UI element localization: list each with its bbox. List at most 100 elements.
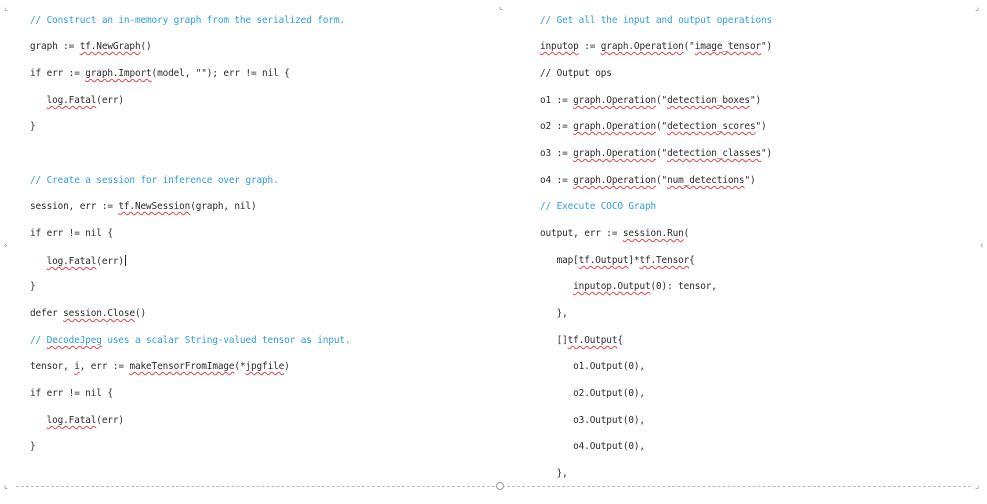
spellcheck-token: DecodeJpeg (46, 335, 102, 346)
spellcheck-token: makeTensorFromImage (129, 361, 235, 372)
spellcheck-token: session.Run (622, 228, 684, 239)
left-code-line-2[interactable]: graph := tf.NewGraph() (30, 41, 152, 53)
margin-marker-left: › (4, 241, 8, 251)
left-code-line-16[interactable]: } (30, 441, 36, 453)
code-token: ") (761, 41, 773, 52)
spellcheck-token: detection_boxes (667, 95, 750, 106)
code-token: ]* (628, 255, 640, 266)
margin-marker-right: ‹ (980, 241, 984, 251)
page-boundary (16, 486, 971, 487)
right-code-line-4[interactable]: o1 := graph.Operation("detection_boxes") (540, 95, 761, 107)
corner-mark-top-right: ⌟ (975, 3, 980, 13)
code-token: (" (656, 148, 668, 159)
code-token: ") (761, 148, 773, 159)
spellcheck-token: num_detections (667, 175, 745, 186)
code-token: tensor, (30, 361, 75, 372)
code-token: , err := (79, 361, 130, 372)
spellcheck-token: jpgfile (245, 361, 285, 372)
right-code-line-11[interactable]: inputop.Output(0): tensor, (540, 281, 717, 293)
left-code-line-10[interactable]: } (30, 281, 36, 293)
code-token: // Create a session for inference over g… (30, 175, 279, 186)
left-code-line-11[interactable]: defer session.Close() (30, 308, 146, 320)
left-code-line-5[interactable]: } (30, 121, 36, 133)
code-token: (* (234, 361, 246, 372)
left-code-line-4[interactable]: log.Fatal(err) (30, 95, 124, 107)
left-code-line-9[interactable]: log.Fatal(err) (30, 255, 126, 268)
code-token: (model, ""); err != nil { (151, 68, 290, 79)
code-token: (err) (96, 256, 124, 267)
spellcheck-token: graph.Operation (600, 41, 684, 52)
code-token: o1 := (540, 95, 574, 106)
code-token: o2.Output(0), (540, 388, 645, 399)
right-code-line-1[interactable]: // Get all the input and output operatio… (540, 15, 772, 27)
code-column-right[interactable]: // Get all the input and output operatio… (510, 0, 987, 486)
right-code-line-16[interactable]: o3.Output(0), (540, 415, 645, 427)
code-token: o1.Output(0), (540, 361, 645, 372)
code-token: }, (540, 308, 568, 319)
right-code-line-9[interactable]: output, err := session.Run( (540, 228, 689, 240)
right-code-line-12[interactable]: }, (540, 308, 568, 320)
code-token: o3.Output(0), (540, 415, 645, 426)
code-token: graph := (30, 41, 80, 52)
right-code-line-14[interactable]: o1.Output(0), (540, 361, 645, 373)
right-code-line-15[interactable]: o2.Output(0), (540, 388, 645, 400)
right-code-line-13[interactable]: []tf.Output{ (540, 335, 623, 347)
spellcheck-token: tf.Output (578, 255, 629, 266)
spellcheck-token: graph.Operation (573, 175, 657, 186)
code-column-left[interactable]: // Construct an in-memory graph from the… (0, 0, 490, 486)
code-token: { (689, 255, 695, 266)
left-code-line-7[interactable]: session, err := tf.NewSession(graph, nil… (30, 201, 257, 213)
left-code-line-12[interactable]: // DecodeJpeg uses a scalar String-value… (30, 335, 351, 347)
left-code-line-8[interactable]: if err != nil { (30, 228, 113, 240)
column-divider-mark-top: ⌞ (499, 2, 504, 12)
spellcheck-token: graph.Operation (573, 95, 657, 106)
code-token: (err) (96, 415, 124, 426)
code-token: }, (540, 468, 568, 479)
left-code-line-13[interactable]: tensor, i, err := makeTensorFromImage(*j… (30, 361, 290, 373)
right-code-line-6[interactable]: o3 := graph.Operation("detection_classes… (540, 148, 772, 160)
right-code-line-8[interactable]: // Execute COCO Graph (540, 201, 656, 213)
left-code-line-15[interactable]: log.Fatal(err) (30, 415, 124, 427)
code-token: (err) (96, 95, 124, 106)
code-token: (" (656, 121, 668, 132)
code-token: (graph, nil) (190, 201, 257, 212)
corner-mark-top-left: ⌞ (4, 3, 9, 13)
right-code-line-5[interactable]: o2 := graph.Operation("detection_scores"… (540, 121, 767, 133)
spellcheck-token: log.Fatal (46, 415, 97, 426)
resize-handle-bottom[interactable] (496, 482, 504, 490)
text-cursor (124, 255, 126, 266)
code-token: (" (683, 41, 695, 52)
left-code-line-6[interactable]: // Create a session for inference over g… (30, 175, 279, 187)
spellcheck-token: detection_scores (667, 121, 756, 132)
code-token: } (30, 121, 36, 132)
code-token: o4.Output(0), (540, 441, 645, 452)
right-code-line-7[interactable]: o4 := graph.Operation("num_detections") (540, 175, 756, 187)
left-code-line-3[interactable]: if err := graph.Import(model, ""); err !… (30, 68, 290, 80)
right-code-line-3[interactable]: // Output ops (540, 68, 612, 80)
spellcheck-token: log.Fatal (46, 256, 97, 267)
left-code-line-1[interactable]: // Construct an in-memory graph from the… (30, 15, 345, 27)
code-token: [] (540, 335, 568, 346)
right-code-line-10[interactable]: map[tf.Output]*tf.Tensor{ (540, 255, 695, 267)
right-code-line-18[interactable]: }, (540, 468, 568, 480)
spellcheck-token: graph.Import (85, 68, 152, 79)
left-code-line-14[interactable]: if err != nil { (30, 388, 113, 400)
code-token: ") (744, 175, 756, 186)
code-token: // (30, 335, 47, 346)
code-token: (0): tensor, (650, 281, 717, 292)
code-token: } (30, 281, 36, 292)
code-token: ) (284, 361, 290, 372)
spellcheck-token: inputop.Output (573, 281, 651, 292)
spellcheck-token: tf.Tensor (639, 255, 690, 266)
code-token: o3 := (540, 148, 574, 159)
code-token: // Output ops (540, 68, 612, 79)
right-code-line-2[interactable]: inputop := graph.Operation("image_tensor… (540, 41, 772, 53)
spellcheck-token: inputop (540, 41, 579, 52)
code-token: () (140, 41, 152, 52)
spellcheck-token: log.Fatal (46, 95, 97, 106)
right-code-line-17[interactable]: o4.Output(0), (540, 441, 645, 453)
corner-mark-bottom-left: ⌞ (4, 481, 9, 491)
spellcheck-token: graph.Operation (573, 148, 657, 159)
